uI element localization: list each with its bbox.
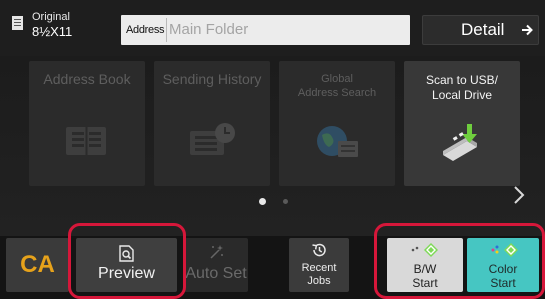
history-clock-icon: [312, 243, 326, 257]
tile-sending-history: Sending History: [154, 61, 270, 186]
tile-scan-to-usb-local-drive[interactable]: Scan to USB/ Local Drive: [404, 61, 520, 186]
original-size-indicator[interactable]: Original 8½X11: [12, 10, 112, 46]
tile-address-book: Address Book: [29, 61, 145, 186]
start-diamond-color-icon: [491, 243, 518, 257]
auto-set-sparkle-icon: [210, 245, 223, 259]
ca-label: CA: [20, 251, 55, 278]
color-start-label-text: Color Start: [488, 262, 518, 290]
bw-start-button[interactable]: B/W Start: [387, 238, 463, 292]
usb-drive-icon: [443, 124, 477, 161]
original-label: Original: [32, 11, 70, 23]
preview-icon: [119, 245, 134, 262]
page-dot[interactable]: [283, 199, 288, 204]
tile-label-text: Scan to USB/ Local Drive: [425, 73, 499, 102]
address-tag: Address: [124, 18, 168, 42]
tile-label: Global Address Search: [279, 72, 395, 100]
shortcut-tiles-area: Address Book Sending History Global Addr…: [0, 56, 545, 236]
detail-label: Detail: [461, 20, 505, 39]
address-field[interactable]: Address Main Folder: [121, 15, 410, 45]
clear-all-button[interactable]: CA: [6, 238, 69, 292]
start-diamond-icon: [411, 243, 438, 257]
global-address-search-icon: [317, 126, 358, 157]
tile-label: Scan to USB/ Local Drive: [404, 73, 520, 103]
color-start-label: Color Start: [467, 262, 539, 290]
bw-start-label-text: B/W Start: [412, 262, 438, 290]
tile-label: Address Book: [43, 71, 131, 87]
arrow-right-icon: [522, 24, 533, 36]
original-size: 8½X11: [32, 24, 73, 39]
recent-jobs-label-text: Recent Jobs: [301, 262, 337, 287]
document-icon: [12, 16, 23, 30]
bw-start-label: B/W Start: [387, 262, 463, 290]
auto-set-button: Auto Set: [184, 238, 248, 292]
top-bar: Original 8½X11 Address Main Folder Detai…: [0, 0, 545, 56]
sending-history-icon: [190, 123, 235, 155]
page-indicator: [256, 198, 296, 206]
preview-button[interactable]: Preview: [76, 238, 177, 292]
tile-global-address-search: Global Address Search: [279, 61, 395, 186]
tile-label-text: Global Address Search: [297, 73, 377, 99]
address-value: Main Folder: [169, 21, 249, 38]
address-book-icon: [66, 127, 106, 155]
recent-jobs-button[interactable]: Recent Jobs: [289, 238, 349, 292]
detail-button[interactable]: Detail: [422, 15, 539, 45]
chevron-right-icon[interactable]: [512, 184, 526, 206]
recent-jobs-label: Recent Jobs: [289, 262, 349, 288]
color-start-button[interactable]: Color Start: [467, 238, 539, 292]
bottom-action-bar: CA Preview Auto Set Recent Jobs B/W Star…: [0, 236, 545, 299]
page-dot-active: [259, 198, 266, 205]
tile-label: Sending History: [162, 71, 262, 87]
preview-label: Preview: [98, 265, 155, 282]
auto-set-label: Auto Set: [185, 265, 247, 282]
